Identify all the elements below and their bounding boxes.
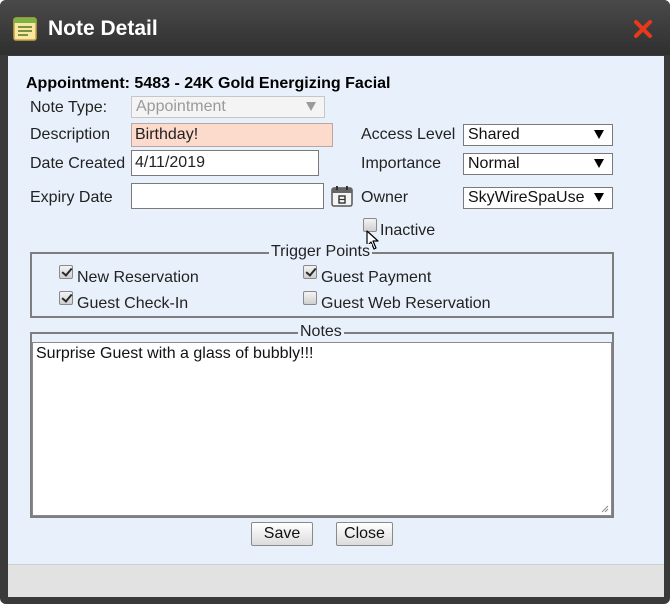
dialog-title: Note Detail <box>48 17 158 40</box>
importance-value: Normal <box>468 155 520 172</box>
guest-payment-checkbox[interactable] <box>303 265 317 279</box>
guest-web-reservation-checkbox[interactable] <box>303 291 317 305</box>
description-label: Description <box>30 126 111 143</box>
chevron-down-icon <box>594 159 604 168</box>
importance-select[interactable]: Normal <box>463 153 613 175</box>
access-level-select[interactable]: Shared <box>463 124 613 146</box>
chevron-down-icon <box>594 193 604 202</box>
dialog-footer <box>8 564 664 597</box>
resize-grip-icon[interactable] <box>601 505 609 513</box>
date-created-label: Date Created <box>30 155 126 172</box>
note-detail-dialog: Note Detail Appointment: 5483 - 24K Gold… <box>0 0 670 604</box>
owner-label: Owner <box>361 189 409 206</box>
note-type-label: Note Type: <box>30 99 108 116</box>
owner-select[interactable]: SkyWireSpaUse <box>463 187 613 209</box>
close-icon[interactable] <box>633 19 653 39</box>
note-type-select: Appointment <box>131 96 325 118</box>
guest-web-reservation-label: Guest Web Reservation <box>321 295 491 312</box>
owner-value: SkyWireSpaUse <box>468 189 585 206</box>
guest-check-in-checkbox[interactable] <box>59 291 73 305</box>
chevron-down-icon <box>594 130 604 139</box>
inactive-label: Inactive <box>380 222 436 239</box>
access-level-value: Shared <box>468 126 520 143</box>
dialog-body: Appointment: 5483 - 24K Gold Energizing … <box>8 56 664 564</box>
title-bar[interactable]: Note Detail <box>0 0 670 55</box>
chevron-down-icon <box>306 102 316 111</box>
save-button[interactable]: Save <box>251 522 313 546</box>
description-input[interactable] <box>131 123 333 147</box>
guest-payment-label: Guest Payment <box>321 269 432 286</box>
expiry-date-label: Expiry Date <box>30 189 113 206</box>
notes-legend: Notes <box>298 323 344 340</box>
notes-textarea[interactable]: Surprise Guest with a glass of bubbly!!! <box>32 342 612 516</box>
importance-label: Importance <box>361 155 442 172</box>
calendar-icon[interactable] <box>330 184 354 208</box>
note-type-value: Appointment <box>136 98 226 115</box>
date-created-input[interactable] <box>131 150 319 176</box>
new-reservation-checkbox[interactable] <box>59 265 73 279</box>
appointment-title: Appointment: 5483 - 24K Gold Energizing … <box>26 75 391 92</box>
note-icon <box>13 17 37 41</box>
guest-check-in-label: Guest Check-In <box>77 295 189 312</box>
expiry-date-input[interactable] <box>131 183 324 209</box>
access-level-label: Access Level <box>361 126 456 143</box>
new-reservation-label: New Reservation <box>77 269 199 286</box>
notes-text: Surprise Guest with a glass of bubbly!!! <box>36 345 314 362</box>
trigger-points-legend: Trigger Points <box>269 243 372 260</box>
close-button[interactable]: Close <box>336 522 393 546</box>
